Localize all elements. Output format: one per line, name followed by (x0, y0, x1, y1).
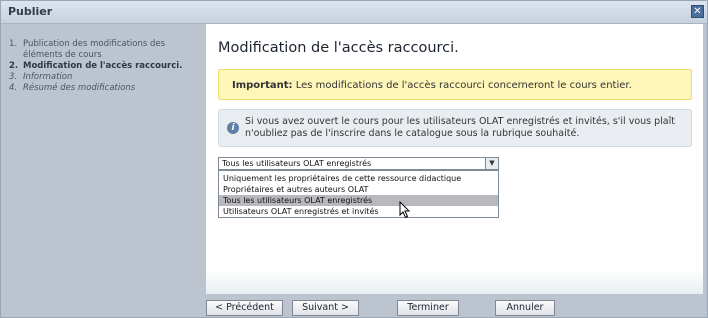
dialog-titlebar: Publier ✕ (1, 1, 707, 24)
wizard-step-label: Résumé des modifications (23, 83, 136, 93)
info-icon: i (227, 122, 239, 134)
important-text: Les modifications de l'accès raccourci c… (292, 80, 632, 91)
access-option-owners-authors[interactable]: Propriétaires et autres auteurs OLAT (219, 184, 498, 195)
access-select-value: Tous les utilisateurs OLAT enregistrés (222, 159, 372, 168)
chevron-down-icon[interactable]: ▼ (485, 158, 498, 169)
page-title: Modification de l'accès raccourci. (218, 40, 459, 56)
access-option-registered-users[interactable]: Tous les utilisateurs OLAT enregistrés (219, 195, 498, 206)
content-footer-fade (206, 271, 703, 294)
wizard-step-3: 3. Information (9, 72, 73, 82)
access-dropdown-list: Uniquement les propriétaires de cette re… (218, 170, 499, 218)
finish-button[interactable]: Terminer (397, 300, 459, 316)
access-select[interactable]: Tous les utilisateurs OLAT enregistrés ▼ (218, 157, 499, 170)
wizard-steps-sidebar: 1. Publication des modifications des élé… (1, 24, 206, 294)
wizard-step-2: 2. Modification de l'accès raccourci. (9, 61, 183, 71)
close-icon[interactable]: ✕ (691, 5, 704, 18)
wizard-step-label: Modification de l'accès raccourci. (23, 61, 183, 71)
wizard-step-4: 4. Résumé des modifications (9, 83, 136, 93)
access-option-registered-and-guests[interactable]: Utilisateurs OLAT enregistrés et invités (219, 206, 498, 217)
publish-dialog: Publier ✕ 1. Publication des modificatio… (0, 0, 708, 318)
mouse-cursor-icon (399, 201, 411, 219)
important-label: Important: (232, 80, 293, 91)
important-notice: Important: Les modifications de l'accès … (218, 69, 692, 100)
info-notice: i Si vous avez ouvert le cours pour les … (218, 109, 692, 147)
previous-button[interactable]: < Précédent (206, 300, 283, 316)
info-text: Si vous avez ouvert le cours pour les ut… (245, 116, 675, 139)
dialog-title: Publier (8, 5, 53, 18)
wizard-step-label: Publication des modifications des élémen… (23, 39, 166, 60)
next-button[interactable]: Suivant > (292, 300, 359, 316)
access-option-owners-only[interactable]: Uniquement les propriétaires de cette re… (219, 173, 498, 184)
cancel-button[interactable]: Annuler (495, 300, 555, 316)
wizard-content: Modification de l'accès raccourci. Impor… (206, 24, 703, 294)
wizard-buttons: < Précédent Suivant > Terminer Annuler (206, 300, 703, 318)
wizard-step-1: 1. Publication des modifications des élé… (9, 39, 166, 60)
wizard-step-label: Information (23, 72, 73, 82)
wizard-steps-list: 1. Publication des modifications des élé… (9, 39, 199, 94)
